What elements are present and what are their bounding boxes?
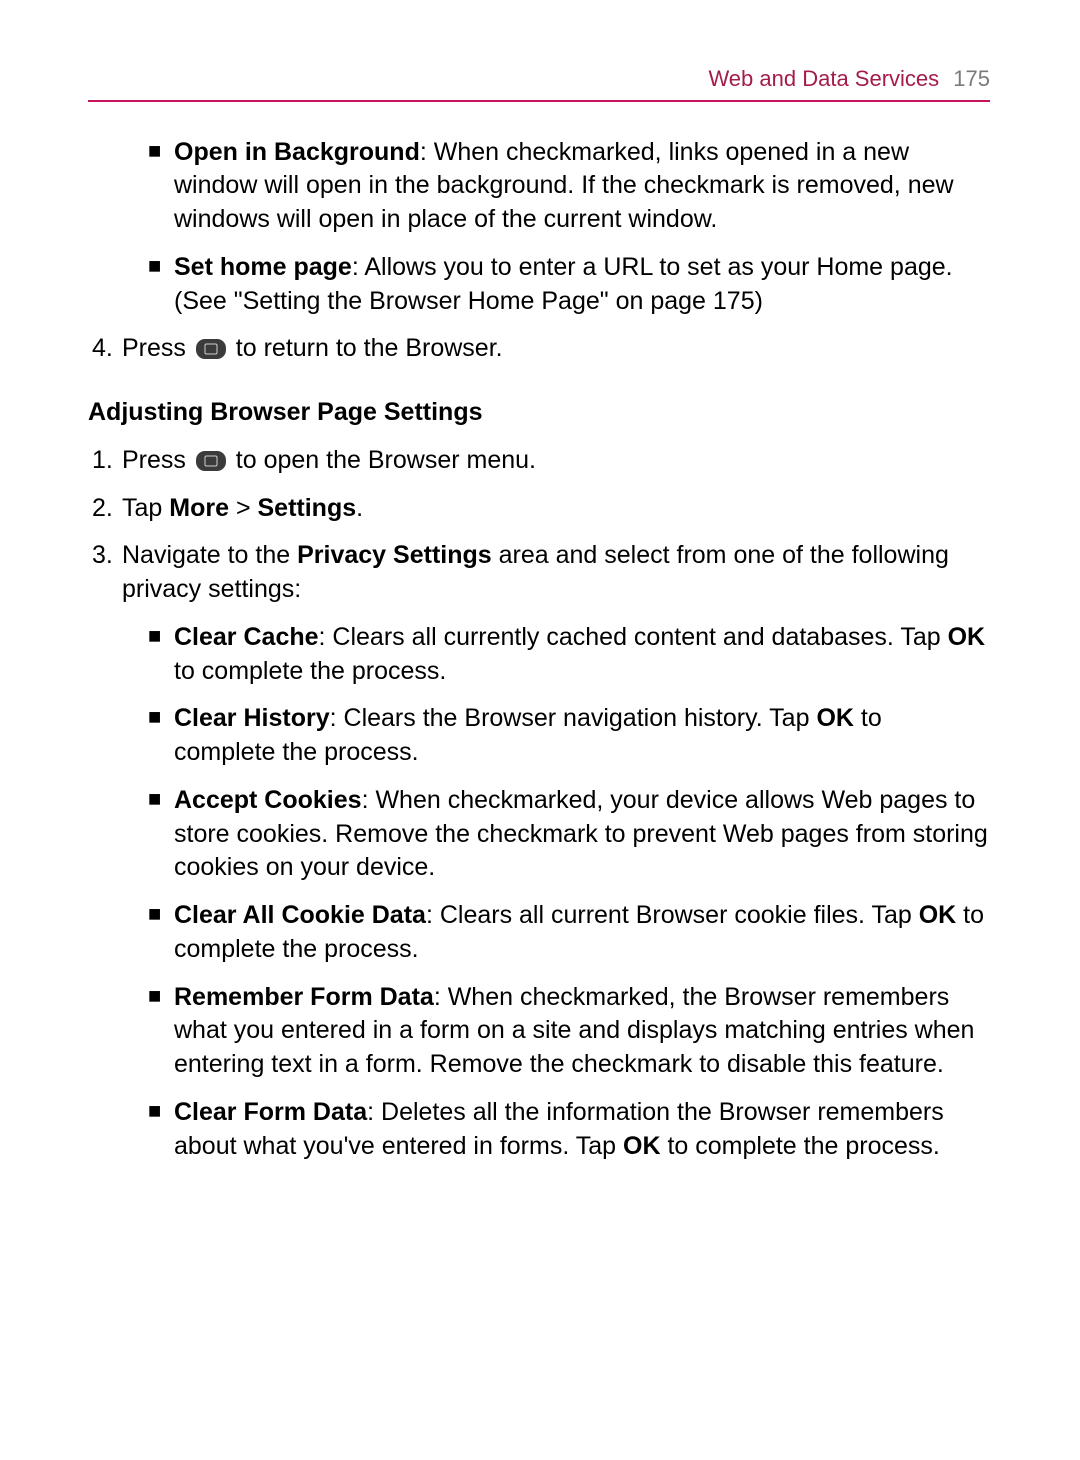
bullet-marker: ■: [148, 621, 174, 689]
bullet-content: Open in Background: When checkmarked, li…: [174, 136, 990, 237]
bullet-content: Remember Form Data: When checkmarked, th…: [174, 981, 990, 1082]
bullet-marker: ■: [148, 981, 174, 1082]
list-item: ■ Accept Cookies: When checkmarked, your…: [148, 784, 990, 885]
list-item: ■ Clear Form Data: Deletes all the infor…: [148, 1096, 990, 1164]
list-item: ■ Remember Form Data: When checkmarked, …: [148, 981, 990, 1082]
list-item: ■ Clear All Cookie Data: Clears all curr…: [148, 899, 990, 967]
step-content: Navigate to the Privacy Settings area an…: [122, 539, 990, 607]
bullet-marker: ■: [148, 702, 174, 770]
list-item: ■ Clear Cache: Clears all currently cach…: [148, 621, 990, 689]
header-rule: [88, 100, 990, 102]
bullet-marker: ■: [148, 1096, 174, 1164]
step-content: Press to return to the Browser.: [122, 332, 990, 366]
list-item: ■ Set home page: Allows you to enter a U…: [148, 251, 990, 319]
step-item: 4. Press to return to the Browser.: [92, 332, 990, 366]
bullet-marker: ■: [148, 899, 174, 967]
back-key-icon: [196, 339, 226, 359]
bullet-content: Clear Form Data: Deletes all the informa…: [174, 1096, 990, 1164]
list-item: ■ Open in Background: When checkmarked, …: [148, 136, 990, 237]
step-content: Press to open the Browser menu.: [122, 444, 990, 478]
step-item: 2. Tap More > Settings.: [92, 492, 990, 526]
section-title: Web and Data Services: [708, 66, 939, 91]
bullet-marker: ■: [148, 136, 174, 237]
list-item: ■ Clear History: Clears the Browser navi…: [148, 702, 990, 770]
step-number: 2.: [92, 492, 122, 526]
bullet-content: Set home page: Allows you to enter a URL…: [174, 251, 990, 319]
step-content: Tap More > Settings.: [122, 492, 990, 526]
step-number: 3.: [92, 539, 122, 607]
page-number: 175: [953, 66, 990, 91]
step-number: 1.: [92, 444, 122, 478]
step-number: 4.: [92, 332, 122, 366]
bullet-content: Clear Cache: Clears all currently cached…: [174, 621, 990, 689]
section-heading: Adjusting Browser Page Settings: [88, 396, 990, 430]
manual-page: Web and Data Services 175 ■ Open in Back…: [0, 0, 1080, 1237]
menu-key-icon: [196, 451, 226, 471]
bullet-marker: ■: [148, 784, 174, 885]
step-item: 3. Navigate to the Privacy Settings area…: [92, 539, 990, 607]
bullet-content: Clear History: Clears the Browser naviga…: [174, 702, 990, 770]
bullet-content: Clear All Cookie Data: Clears all curren…: [174, 899, 990, 967]
step-item: 1. Press to open the Browser menu.: [92, 444, 990, 478]
bullet-content: Accept Cookies: When checkmarked, your d…: [174, 784, 990, 885]
bullet-marker: ■: [148, 251, 174, 319]
page-header: Web and Data Services 175: [88, 64, 990, 100]
